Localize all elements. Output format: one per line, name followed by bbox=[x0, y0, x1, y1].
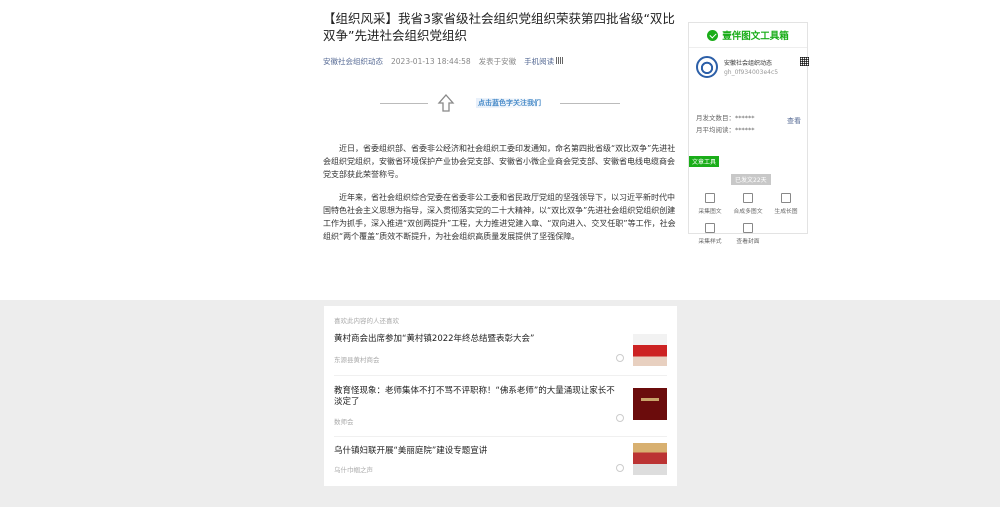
item-source: 数师会 bbox=[334, 418, 354, 426]
account-id: gh_0f934003e4c5 bbox=[724, 69, 779, 76]
article-title: 【组织风采】我省3家省级社会组织党组织荣获第四批省级“双比双争”先进社会组织党组… bbox=[323, 11, 675, 43]
avatar bbox=[696, 56, 718, 78]
tool-label: 合成多图文 bbox=[733, 209, 763, 215]
item-thumbnail bbox=[633, 388, 667, 420]
item-title: 黄村商会出席参加“黄村镇2022年终总结暨表彰大会” bbox=[334, 334, 535, 344]
collect-style-button[interactable]: 采集样式 bbox=[693, 223, 727, 245]
toolbox-panel: 壹伴图文工具箱 安徽社会组织动态 gh_0f934003e4c5 月发文数目：*… bbox=[688, 22, 809, 245]
merge-icon bbox=[743, 193, 753, 203]
account-name: 安徽社会组织动态 bbox=[724, 60, 773, 67]
more-icon[interactable] bbox=[616, 464, 624, 472]
collect-icon bbox=[705, 193, 715, 203]
article-meta: 安徽社会组织动态 2023-01-13 18:44:58 发表于安徽 手机阅读 bbox=[323, 56, 678, 67]
divider-line-left bbox=[380, 103, 428, 104]
item-title: 教育怪现象：老师集体不打不骂不评职称！“佛系老师”的大量涌现让家长不淡定了 bbox=[334, 386, 615, 407]
divider bbox=[334, 436, 667, 437]
tools-tag: 文章工具 bbox=[689, 156, 720, 167]
divider bbox=[334, 375, 667, 376]
follow-banner: 点击蓝色字关注我们 bbox=[380, 92, 620, 114]
source-link[interactable]: 安徽社会组织动态 bbox=[323, 56, 383, 67]
tool-label: 采集样式 bbox=[698, 239, 722, 245]
tool-label: 查看封面 bbox=[736, 239, 760, 245]
qr-code-icon[interactable] bbox=[800, 57, 809, 66]
cover-icon bbox=[743, 223, 753, 233]
item-source: 东源县黄村商会 bbox=[334, 356, 380, 364]
monthly-posts: 月发文数目：****** bbox=[696, 114, 755, 122]
toolbox-logo-icon bbox=[707, 29, 719, 41]
style-icon bbox=[705, 223, 715, 233]
publish-location: 发表于安徽 bbox=[478, 57, 517, 66]
divider-line-right bbox=[560, 103, 620, 104]
account-card[interactable]: 安徽社会组织动态 gh_0f934003e4c5 bbox=[696, 56, 809, 82]
publish-datetime: 2023-01-13 18:44:58 bbox=[391, 57, 471, 66]
today-posts-badge: 已发文22天 bbox=[731, 174, 771, 185]
toolbox-header[interactable]: 壹伴图文工具箱 bbox=[689, 23, 807, 48]
paragraph: 近日，省委组织部、省委非公经济和社会组织工委印发通知，命名第四批省级“双比双争”… bbox=[323, 144, 676, 179]
recommend-heading: 喜欢此内容的人还喜欢 bbox=[334, 317, 399, 325]
merge-articles-button[interactable]: 合成多图文 bbox=[731, 193, 765, 215]
item-thumbnail bbox=[633, 334, 667, 366]
item-thumbnail bbox=[633, 443, 667, 475]
toolbox-title: 壹伴图文工具箱 bbox=[722, 31, 789, 42]
view-cover-button[interactable]: 查看封面 bbox=[731, 223, 765, 245]
paragraph: 近年来，省社会组织综合党委在省委非公工委和省民政厅党组的坚强领导下，以习近平新时… bbox=[323, 193, 676, 241]
recommend-card: 喜欢此内容的人还喜欢 黄村商会出席参加“黄村镇2022年终总结暨表彰大会” 东源… bbox=[324, 306, 677, 486]
tool-label: 生成长图 bbox=[774, 209, 798, 215]
follow-prompt[interactable]: 点击蓝色字关注我们 bbox=[476, 98, 543, 108]
tool-label: 采集图文 bbox=[698, 209, 722, 215]
mobile-read-label: 手机阅读 bbox=[524, 57, 555, 66]
article-header: 【组织风采】我省3家省级社会组织党组织荣获第四批省级“双比双争”先进社会组织党组… bbox=[323, 10, 678, 67]
more-icon[interactable] bbox=[616, 354, 624, 362]
article-body: 近日，省委组织部、省委非公经济和社会组织工委印发通知，命名第四批省级“双比双争”… bbox=[323, 142, 680, 253]
mobile-read-link[interactable]: 手机阅读 bbox=[524, 56, 564, 67]
item-title: 乌什镇妇联开展“美丽庭院”建设专题宣讲 bbox=[334, 446, 488, 456]
long-image-button[interactable]: 生成长图 bbox=[769, 193, 803, 215]
long-image-icon bbox=[781, 193, 791, 203]
up-arrow-icon bbox=[437, 94, 455, 112]
qr-code-icon bbox=[556, 57, 564, 64]
item-source: 乌什巾帼之声 bbox=[334, 466, 373, 474]
more-icon[interactable] bbox=[616, 414, 624, 422]
monthly-reads: 月平均阅读：****** bbox=[696, 126, 755, 134]
collect-article-button[interactable]: 采集图文 bbox=[693, 193, 727, 215]
view-button[interactable]: 查看 bbox=[787, 116, 801, 126]
